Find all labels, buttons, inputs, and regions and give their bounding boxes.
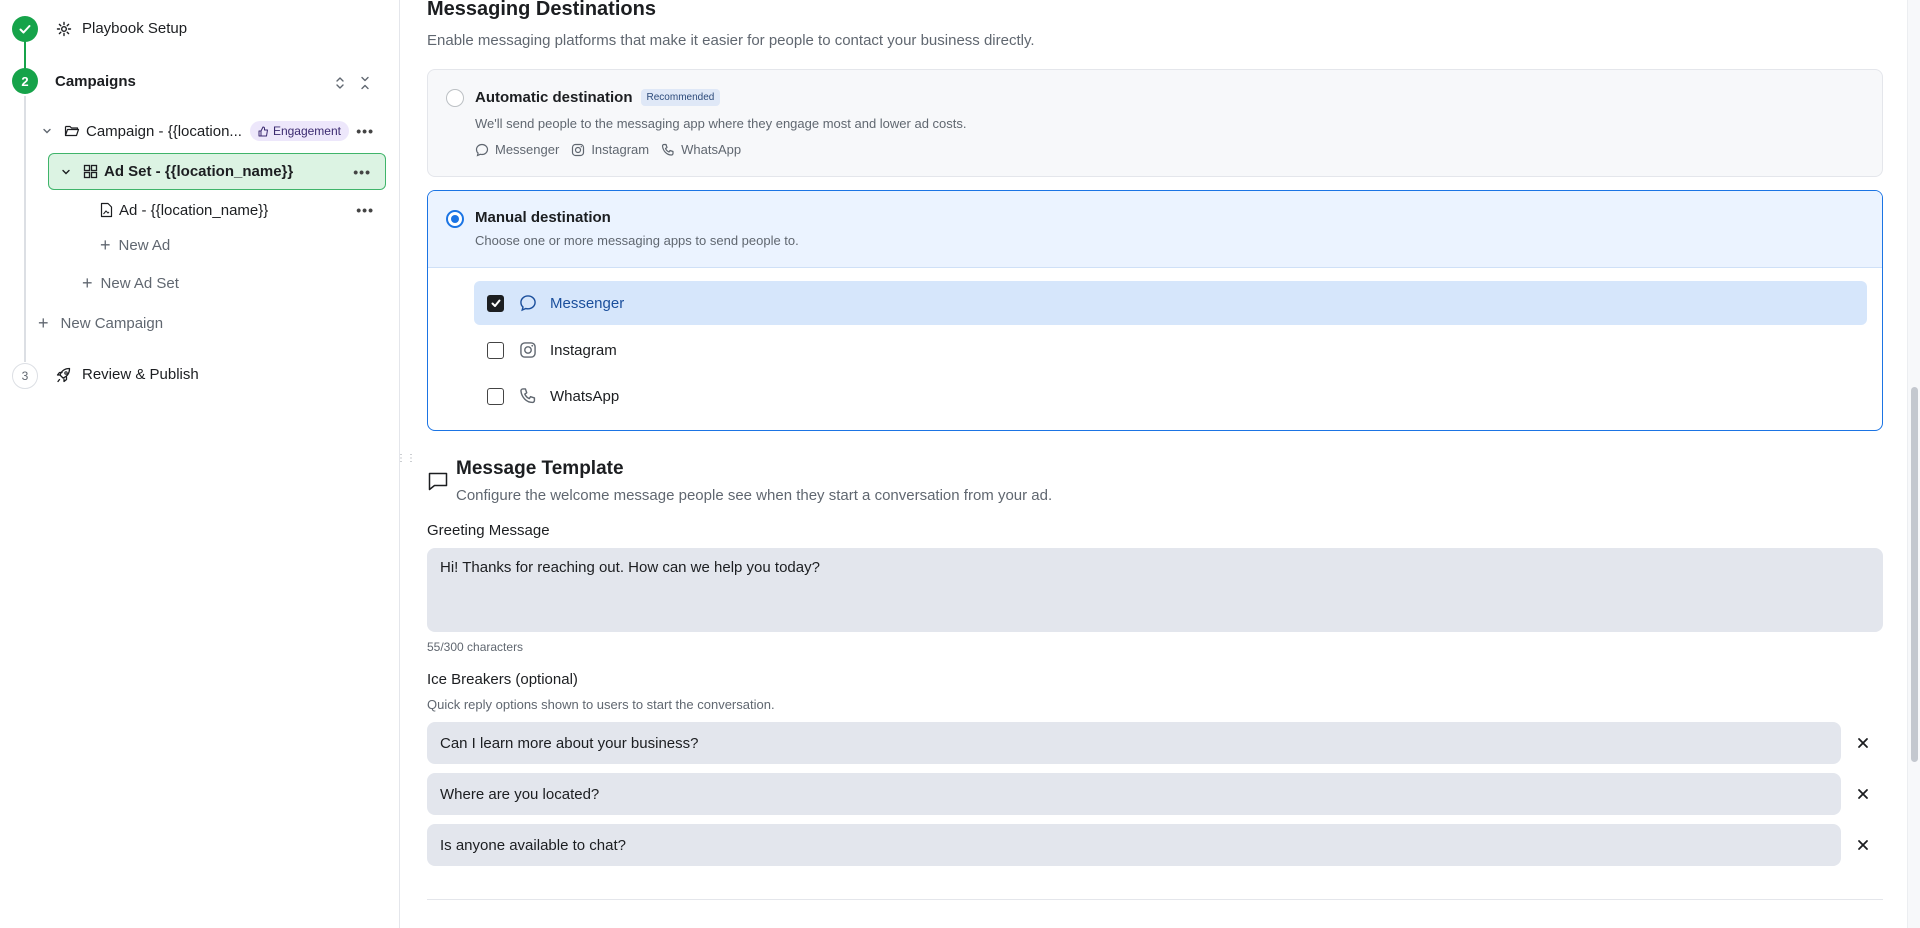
step-connector <box>24 96 26 362</box>
whatsapp-icon <box>518 386 538 406</box>
manual-destination-title: Manual destination <box>475 209 611 226</box>
character-count: 55/300 characters <box>427 640 524 654</box>
recommended-badge: Recommended <box>640 89 721 106</box>
chat-bubble-icon <box>427 470 449 492</box>
ice-breaker-input[interactable]: Can I learn more about your business? <box>427 722 1841 764</box>
plus-icon: + <box>38 313 49 333</box>
plus-icon: + <box>82 273 93 293</box>
sidebar: Playbook Setup 2 Campaigns Campaign - {{… <box>0 0 416 928</box>
instagram-icon <box>518 340 538 360</box>
ad-set-label: Ad Set - {{location_name}} <box>104 163 294 180</box>
ad-more-icon[interactable]: ••• <box>356 202 374 218</box>
badge-label: Engagement <box>272 124 341 138</box>
image-file-icon <box>100 202 113 218</box>
collapse-all-icon[interactable] <box>356 74 374 92</box>
option-label: Messenger <box>550 294 625 312</box>
greeting-message-input[interactable]: Hi! Thanks for reaching out. How can we … <box>427 548 1883 632</box>
chevron-down-icon[interactable] <box>40 124 54 138</box>
app-label: WhatsApp <box>681 142 742 157</box>
app-whatsapp: WhatsApp <box>661 142 741 157</box>
main-content: Messaging Destinations Enable messaging … <box>400 0 1905 928</box>
message-template-title: Message Template <box>456 458 624 479</box>
campaign-more-icon[interactable]: ••• <box>356 123 374 139</box>
manual-destination-radio[interactable] <box>446 210 464 228</box>
message-template-subtitle: Configure the welcome message people see… <box>456 487 1053 504</box>
chevron-down-icon[interactable] <box>59 165 73 179</box>
messaging-title: Messaging Destinations <box>427 0 656 20</box>
messenger-icon <box>475 143 489 157</box>
manual-destination-option[interactable]: Manual destination Choose one or more me… <box>427 190 1883 431</box>
grid-icon <box>83 164 98 179</box>
tree-ad-set[interactable]: Ad Set - {{location_name}} ••• <box>48 153 386 190</box>
campaign-label: Campaign - {{location... <box>86 122 242 140</box>
step-3-number: 3 <box>12 363 38 389</box>
tree-ad[interactable]: Ad - {{location_name}} ••• <box>96 197 380 223</box>
option-messenger[interactable]: Messenger <box>474 281 1867 325</box>
remove-ice-breaker-close-icon[interactable] <box>1855 735 1871 751</box>
step-2-number: 2 <box>12 68 38 94</box>
step-label: Campaigns <box>55 73 136 90</box>
rocket-icon <box>56 367 72 383</box>
ice-breakers-subtitle: Quick reply options shown to users to st… <box>427 697 775 712</box>
new-ad-button[interactable]: + New Ad <box>100 235 170 256</box>
scrollbar-thumb[interactable] <box>1911 387 1918 762</box>
ice-breaker-input[interactable]: Is anyone available to chat? <box>427 824 1841 866</box>
option-label: Instagram <box>550 341 617 359</box>
automatic-destination-description: We'll send people to the messaging app w… <box>475 116 967 131</box>
app-label: Instagram <box>591 142 650 157</box>
app-messenger: Messenger <box>475 142 559 157</box>
thumbs-up-icon <box>258 126 269 137</box>
automatic-destination-radio[interactable] <box>446 89 464 107</box>
ice-breakers-label: Ice Breakers (optional) <box>427 671 578 688</box>
option-label: WhatsApp <box>550 387 620 405</box>
whatsapp-checkbox[interactable] <box>487 387 504 405</box>
automatic-destination-title-row: Automatic destination Recommended <box>475 89 721 106</box>
engagement-badge: Engagement <box>249 121 349 141</box>
tree-campaign[interactable]: Campaign - {{location... Engagement ••• <box>40 118 380 144</box>
messaging-subtitle: Enable messaging platforms that make it … <box>427 32 1035 49</box>
step-playbook-setup[interactable]: Playbook Setup <box>56 20 187 37</box>
app-label: Messenger <box>495 142 560 157</box>
ice-breaker-input[interactable]: Where are you located? <box>427 773 1841 815</box>
app-instagram: Instagram <box>571 142 649 157</box>
automatic-apps-list: Messenger Instagram WhatsApp <box>475 142 741 157</box>
remove-ice-breaker-close-icon[interactable] <box>1855 837 1871 853</box>
new-campaign-button[interactable]: + New Campaign <box>38 313 163 334</box>
instagram-checkbox[interactable] <box>487 341 504 359</box>
step-review-publish[interactable]: Review & Publish <box>56 366 199 383</box>
automatic-destination-option[interactable]: Automatic destination Recommended We'll … <box>427 69 1883 177</box>
main-scrollbar[interactable] <box>1907 0 1920 928</box>
step-label: Review & Publish <box>82 366 199 383</box>
step-1-check-icon <box>12 16 38 42</box>
gear-icon <box>56 21 72 37</box>
manual-destination-header[interactable]: Manual destination Choose one or more me… <box>428 191 1882 268</box>
section-divider <box>427 899 1883 900</box>
folder-open-icon <box>64 124 80 138</box>
option-whatsapp[interactable]: WhatsApp <box>474 374 1867 418</box>
ad-label: Ad - {{location_name}} <box>119 201 269 219</box>
step-label: Playbook Setup <box>82 20 188 37</box>
option-instagram[interactable]: Instagram <box>474 328 1867 372</box>
manual-destination-description: Choose one or more messaging apps to sen… <box>475 233 799 248</box>
check-icon <box>491 299 500 307</box>
plus-icon: + <box>100 235 111 255</box>
greeting-message-label: Greeting Message <box>427 522 550 539</box>
instagram-icon <box>572 143 585 156</box>
new-ad-label: New Ad <box>118 237 171 254</box>
whatsapp-icon <box>662 143 674 156</box>
messenger-checkbox[interactable] <box>487 294 504 312</box>
new-ad-set-label: New Ad Set <box>100 275 179 292</box>
automatic-destination-title: Automatic destination <box>475 89 633 106</box>
step-campaigns[interactable]: Campaigns <box>55 73 136 90</box>
ad-set-more-icon[interactable]: ••• <box>353 164 371 180</box>
new-campaign-label: New Campaign <box>60 315 164 332</box>
remove-ice-breaker-close-icon[interactable] <box>1855 786 1871 802</box>
expand-all-icon[interactable] <box>331 74 349 92</box>
messenger-icon <box>518 293 538 313</box>
new-ad-set-button[interactable]: + New Ad Set <box>82 273 179 294</box>
